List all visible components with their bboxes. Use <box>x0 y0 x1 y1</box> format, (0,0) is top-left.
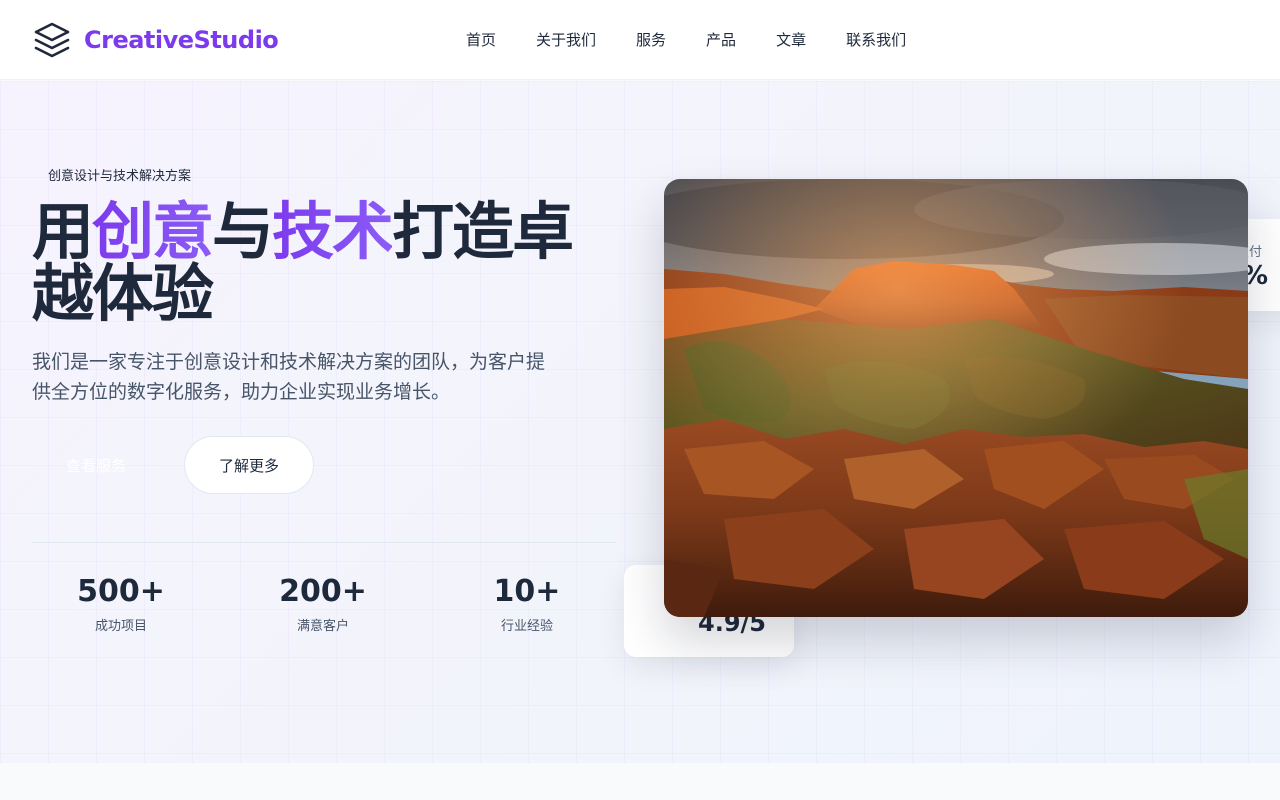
nav-item-contact[interactable]: 联系我们 <box>846 28 906 52</box>
stat-label: 成功项目 <box>94 619 147 634</box>
hero-section: 创意设计与技术解决方案 用创意与技术打造卓越体验 我们是一家专注于创意设计和技术… <box>0 81 1280 763</box>
stat-value: 10+ <box>493 574 561 609</box>
stats-divider <box>32 542 616 543</box>
hero-title-highlight-tech: 技术 <box>272 195 394 268</box>
stat-label: 满意客户 <box>296 619 349 634</box>
stat-clients: 200+ 满意客户 <box>233 573 413 634</box>
nav-item-articles[interactable]: 文章 <box>776 28 806 52</box>
nav-item-home[interactable]: 首页 <box>466 28 496 52</box>
nav-item-products[interactable]: 产品 <box>706 28 736 52</box>
stat-experience: 10+ 行业经验 <box>437 573 617 634</box>
brand-name: CreativeStudio <box>84 26 279 54</box>
next-section <box>0 763 1280 800</box>
stat-projects: 500+ 成功项目 <box>31 573 211 634</box>
stacked-layers-icon <box>32 20 72 60</box>
main-nav: 首页 关于我们 服务 产品 文章 联系我们 <box>466 28 906 52</box>
nav-item-services[interactable]: 服务 <box>636 28 666 52</box>
site-header: CreativeStudio 首页 关于我们 服务 产品 文章 联系我们 <box>0 0 1280 80</box>
stat-label: 行业经验 <box>500 619 553 634</box>
hero-title: 用创意与技术打造卓越体验 <box>32 201 592 325</box>
stat-value: 200+ <box>279 574 367 609</box>
stat-value: 500+ <box>77 574 165 609</box>
hero-landscape-image <box>664 179 1248 617</box>
hero-description: 我们是一家专注于创意设计和技术解决方案的团队，为客户提供全方位的数字化服务，助力… <box>32 351 546 403</box>
learn-more-button[interactable]: 了解更多 <box>184 436 314 494</box>
nav-item-about[interactable]: 关于我们 <box>536 28 596 52</box>
view-services-button[interactable]: 查看服务 <box>32 436 160 494</box>
brand-logo[interactable]: CreativeStudio <box>32 20 279 60</box>
landscape-canyon-photo <box>664 179 1248 617</box>
hero-tagline: 创意设计与技术解决方案 <box>48 169 192 184</box>
hero-title-part: 与 <box>212 195 274 268</box>
